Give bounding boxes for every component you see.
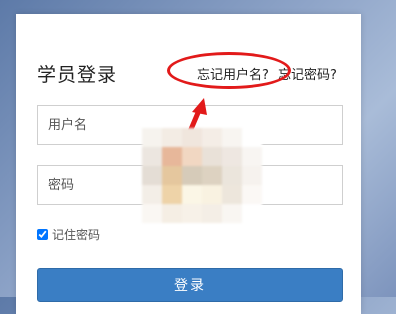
mosaic-redaction — [142, 128, 262, 223]
remember-password-checkbox[interactable] — [37, 229, 48, 240]
forgot-password-link[interactable]: 忘记密码? — [278, 64, 337, 83]
forgot-username-link[interactable]: 忘记用户名? — [197, 64, 269, 83]
page-title: 学员登录 — [37, 64, 118, 86]
remember-password-label: 记住密码 — [52, 228, 101, 242]
remember-password-option[interactable]: 记住密码 — [37, 226, 100, 243]
